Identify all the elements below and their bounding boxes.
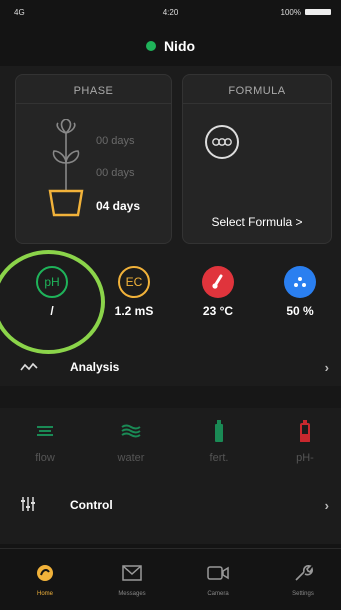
tab-camera[interactable]: Camera <box>183 563 253 597</box>
tab-messages[interactable]: Messages <box>97 563 167 597</box>
tab-bar: Home Messages Camera Settings <box>0 548 341 610</box>
status-bar: 4G 4:20 100% <box>0 0 341 24</box>
phase-row-2: 00 days <box>96 167 135 179</box>
flow-label: flow <box>35 452 55 464</box>
phase-row-1: 00 days <box>96 135 135 147</box>
ph-bottle-icon <box>270 420 340 442</box>
fert-bottle-icon <box>184 420 254 442</box>
water-control[interactable]: water <box>96 420 166 464</box>
select-formula-button[interactable]: Select Formula > <box>183 215 331 229</box>
ph-minus-label: pH- <box>296 452 314 464</box>
device-name: Nido <box>163 38 196 54</box>
device-status-dot <box>145 41 156 51</box>
analysis-row[interactable]: Analysis › <box>0 350 341 384</box>
control-label: Control <box>70 498 113 512</box>
chevron-right-icon: › <box>324 360 329 375</box>
divider <box>183 103 331 104</box>
tab-settings[interactable]: Settings <box>268 563 338 597</box>
ec-value: 1.2 mS <box>114 304 154 318</box>
thermometer-icon <box>202 266 234 298</box>
fert-label: fert. <box>209 452 229 464</box>
water-label: water <box>117 452 145 464</box>
tab-settings-label: Settings <box>292 591 314 597</box>
analysis-label: Analysis <box>70 360 120 374</box>
tab-camera-label: Camera <box>207 591 229 597</box>
battery-icon <box>305 9 331 15</box>
tab-home[interactable]: Home <box>10 563 80 597</box>
formula-icon <box>205 125 239 159</box>
envelope-icon <box>97 563 167 583</box>
formula-card[interactable]: FORMULA Select Formula > <box>182 74 332 244</box>
phase-card[interactable]: PHASE 00 days 00 days 04 days <box>15 74 172 244</box>
battery-text: 100% <box>280 8 301 17</box>
control-row[interactable]: Control › <box>0 488 341 522</box>
temperature-value: 23 °C <box>202 304 234 318</box>
sliders-icon <box>20 496 40 515</box>
phase-row-3: 04 days <box>96 199 141 213</box>
chevron-right-icon: › <box>324 498 329 513</box>
humidity-icon <box>284 266 316 298</box>
humidity-sensor[interactable]: 50 % <box>260 266 340 318</box>
water-icon <box>96 420 166 442</box>
analysis-chart-icon <box>20 360 40 375</box>
tab-home-label: Home <box>36 591 53 597</box>
video-camera-icon <box>183 563 253 583</box>
fert-control[interactable]: fert. <box>184 420 254 464</box>
flow-control[interactable]: flow <box>10 420 80 464</box>
formula-title: FORMULA <box>228 85 286 97</box>
wrench-icon <box>268 563 338 583</box>
control-shortcuts: flow water fert. pH- <box>0 420 341 476</box>
divider <box>16 103 171 104</box>
phase-title: PHASE <box>73 85 114 97</box>
flow-icon <box>10 420 80 442</box>
tab-messages-label: Messages <box>118 591 146 597</box>
ec-sensor[interactable]: EC 1.2 mS <box>94 266 174 318</box>
home-icon <box>10 563 80 583</box>
temperature-sensor[interactable]: 23 °C <box>178 266 258 318</box>
plant-growth-icon <box>48 119 84 217</box>
humidity-value: 50 % <box>286 304 314 318</box>
ec-icon: EC <box>118 266 150 298</box>
device-selector[interactable]: Nido <box>0 34 341 58</box>
section-gap <box>0 386 341 408</box>
ph-minus-control[interactable]: pH- <box>270 420 340 464</box>
